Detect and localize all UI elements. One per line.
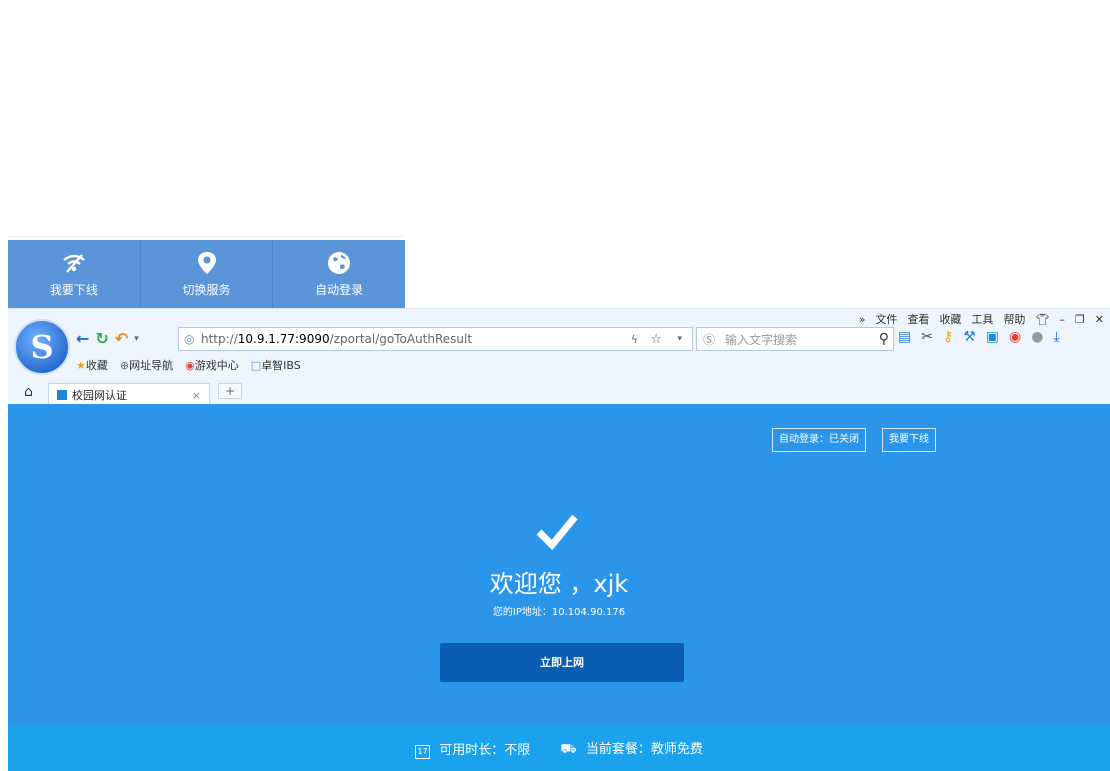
url-path: /zportal/goToAuthResult bbox=[329, 332, 473, 346]
web-app-icon[interactable]: ▣ bbox=[986, 329, 999, 345]
close-icon[interactable]: ✕ bbox=[1095, 313, 1104, 326]
weibo-icon[interactable]: ◉ bbox=[1009, 329, 1021, 345]
undo-icon[interactable]: ↶ bbox=[115, 329, 128, 348]
nav-buttons: ← ↻ ↶ ▾ bbox=[76, 329, 139, 348]
status-footer: 17 可用时长：不限 ⛟ 当前套餐：教师免费 bbox=[8, 726, 1110, 771]
refresh-icon[interactable]: ↻ bbox=[95, 329, 108, 348]
shield-icon: ◎ bbox=[184, 332, 195, 346]
checkmark-icon bbox=[536, 514, 578, 550]
restore-icon[interactable]: ❐ bbox=[1075, 313, 1085, 326]
tab-strip: ⌂ 校园网认证 × + bbox=[8, 381, 1110, 406]
widget-auto-login-label: 自动登录 bbox=[315, 283, 364, 297]
address-dropdown-icon[interactable]: ▾ bbox=[677, 334, 682, 344]
download-icon[interactable]: ⤓ bbox=[1053, 329, 1059, 345]
minimize-icon[interactable]: – bbox=[1059, 313, 1065, 326]
key-icon[interactable]: ⚷ bbox=[943, 329, 953, 345]
page-icon: □ bbox=[250, 359, 262, 372]
fav-url-nav-label: 网址导航 bbox=[129, 359, 174, 372]
network-client-widget: 我要下线 切换服务 自动登录 bbox=[8, 0, 405, 308]
welcome-heading: 欢迎您 ，xjk bbox=[8, 564, 1110, 599]
home-icon[interactable]: ⌂ bbox=[24, 384, 33, 400]
location-pin-icon bbox=[197, 252, 216, 274]
tab-campus-auth[interactable]: 校园网认证 × bbox=[48, 383, 210, 406]
calendar-icon: 17 bbox=[415, 744, 431, 759]
go-online-button[interactable]: 立即上网 bbox=[440, 643, 684, 682]
new-tab-button[interactable]: + bbox=[218, 383, 243, 399]
logout-button[interactable]: 我要下线 bbox=[882, 428, 936, 452]
lightning-icon[interactable]: ϟ bbox=[631, 333, 638, 346]
scissors-icon[interactable]: ✂ bbox=[921, 329, 933, 345]
game-icon: ◉ bbox=[185, 359, 195, 372]
package-info: ⛟ 当前套餐：教师免费 bbox=[560, 738, 703, 759]
favorites-bar: ★收藏 ⊕网址导航 ◉游戏中心 □卓智IBS bbox=[76, 357, 301, 373]
widget-switch-service-button[interactable]: 切换服务 bbox=[141, 240, 274, 308]
toolbar-icons: ▤ ✂ ⚷ ⚒ ▣ ◉ ● ⤓ bbox=[898, 329, 1060, 345]
menu-more[interactable]: » bbox=[859, 313, 866, 326]
search-engine-icon[interactable]: Ⓢ bbox=[703, 331, 715, 348]
browser-menu-bar: » 文件 查看 收藏 工具 帮助 👕︎ – ❐ ✕ bbox=[859, 311, 1104, 327]
browser-logo[interactable]: S bbox=[14, 319, 70, 375]
menu-file[interactable]: 文件 bbox=[875, 311, 897, 327]
search-icon[interactable]: ⚲ bbox=[879, 331, 889, 347]
address-bar[interactable]: ◎ http://10.9.1.77:9090/zportal/goToAuth… bbox=[178, 327, 693, 351]
skin-icon[interactable]: 👕︎ bbox=[1035, 313, 1049, 326]
address-url: http://10.9.1.77:9090/zportal/goToAuthRe… bbox=[201, 332, 472, 346]
wrench-icon[interactable]: ⚒ bbox=[963, 329, 976, 345]
chat-icon[interactable]: ● bbox=[1031, 329, 1043, 345]
fav-game-center-label: 游戏中心 bbox=[194, 359, 239, 372]
widget-auto-login-button[interactable]: 自动登录 bbox=[273, 240, 405, 308]
star-fill-icon: ★ bbox=[76, 359, 86, 372]
back-arrow-icon[interactable]: ← bbox=[76, 329, 89, 348]
browser-chrome: » 文件 查看 收藏 工具 帮助 👕︎ – ❐ ✕ S ← ↻ ↶ ▾ ◎ ht… bbox=[8, 308, 1110, 406]
menu-favorites[interactable]: 收藏 bbox=[939, 311, 961, 327]
menu-help[interactable]: 帮助 bbox=[1003, 311, 1025, 327]
fav-url-nav[interactable]: ⊕网址导航 bbox=[120, 357, 173, 373]
globe-icon bbox=[328, 252, 351, 274]
chevron-down-icon[interactable]: ▾ bbox=[134, 334, 139, 344]
tab-favicon-icon bbox=[57, 390, 67, 400]
duration-info: 17 可用时长：不限 bbox=[415, 739, 530, 759]
star-icon[interactable]: ☆ bbox=[650, 332, 662, 347]
cart-icon: ⛟ bbox=[560, 742, 577, 757]
fav-collection-label: 收藏 bbox=[85, 359, 108, 372]
widget-toolbar: 我要下线 切换服务 自动登录 bbox=[8, 240, 405, 308]
extension-login-icon[interactable]: ▤ bbox=[898, 329, 911, 345]
widget-logout-button[interactable]: 我要下线 bbox=[8, 240, 141, 308]
menu-view[interactable]: 查看 bbox=[907, 311, 929, 327]
auto-login-toggle-button[interactable]: 自动登录：已关闭 bbox=[772, 428, 866, 452]
search-box[interactable]: Ⓢ 输入文字搜索 ⚲ bbox=[696, 327, 894, 351]
widget-blank-area bbox=[8, 0, 405, 237]
ip-value: 10.104.90.176 bbox=[551, 607, 626, 618]
widget-logout-label: 我要下线 bbox=[49, 283, 98, 297]
package-value: 教师免费 bbox=[650, 742, 703, 757]
tab-title: 校园网认证 bbox=[72, 389, 127, 402]
fav-zhuozhi-ibs[interactable]: □卓智IBS bbox=[251, 357, 301, 373]
url-prefix: http:// bbox=[201, 332, 238, 346]
duration-label: 可用时长： bbox=[439, 742, 505, 758]
browser-logo-icon: S bbox=[30, 328, 54, 366]
fav-zhuozhi-ibs-label: 卓智IBS bbox=[261, 359, 301, 372]
ip-address-line: 您的IP地址：10.104.90.176 bbox=[8, 603, 1110, 618]
widget-switch-service-label: 切换服务 bbox=[182, 283, 231, 297]
menu-tools[interactable]: 工具 bbox=[971, 311, 993, 327]
search-input[interactable]: 输入文字搜索 bbox=[725, 331, 797, 348]
tab-close-icon[interactable]: × bbox=[192, 389, 201, 402]
url-host: 10.9.1.77:9090 bbox=[237, 332, 330, 346]
duration-value: 不限 bbox=[504, 742, 531, 758]
username: ，xjk bbox=[569, 570, 629, 598]
package-label: 当前套餐： bbox=[585, 742, 651, 757]
wifi-off-icon bbox=[63, 254, 85, 273]
portal-page: 自动登录：已关闭 我要下线 欢迎您 ，xjk 您的IP地址：10.104.90.… bbox=[8, 404, 1110, 726]
fav-game-center[interactable]: ◉游戏中心 bbox=[185, 357, 239, 373]
welcome-text: 欢迎您 bbox=[489, 570, 562, 598]
fav-collection[interactable]: ★收藏 bbox=[76, 357, 108, 373]
globe-outline-icon: ⊕ bbox=[119, 359, 130, 372]
ip-label: 您的IP地址： bbox=[492, 607, 552, 618]
